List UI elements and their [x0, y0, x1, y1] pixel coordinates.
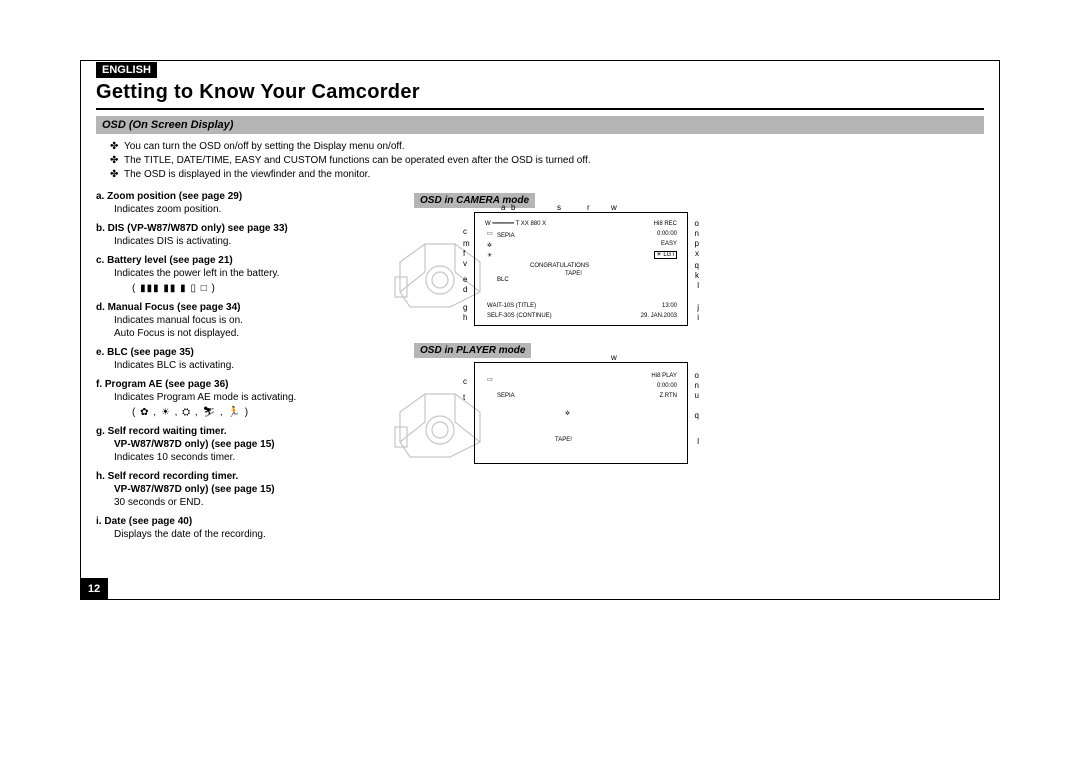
intro-bullet: You can turn the OSD on/off by setting t…: [124, 140, 405, 154]
camera-osd-screen: a b s r w c m f v e d g h: [474, 212, 688, 326]
player-osd-diagram: w c t o n u q l ▭ Hi8 PLAY 0:00:00 Z.RTN…: [414, 362, 984, 464]
battery-icons-row: ( ▮▮▮ ▮▮ ▮ ▯ □ ): [132, 282, 396, 295]
title-rule: [96, 108, 984, 110]
intro-bullet: The TITLE, DATE/TIME, EASY and CUSTOM fu…: [124, 154, 591, 168]
camera-mode-heading: OSD in CAMERA mode: [414, 193, 535, 208]
intro-bullet: The OSD is displayed in the viewfinder a…: [124, 168, 370, 182]
intro-bullets: ✤You can turn the OSD on/off by setting …: [110, 140, 984, 182]
language-tag: ENGLISH: [96, 62, 157, 78]
definitions-list: a. Zoom position (see page 29)Indicates …: [96, 190, 396, 547]
page-number: 12: [80, 578, 108, 600]
page-title: Getting to Know Your Camcorder: [96, 81, 984, 104]
ae-icons-row: ( ✿ , ☀ , ⛭ , ⛷ , 🏃 ): [132, 406, 396, 419]
section-heading: OSD (On Screen Display): [96, 116, 984, 134]
diagrams-column: OSD in CAMERA mode a b: [396, 190, 984, 547]
page-frame: ENGLISH Getting to Know Your Camcorder O…: [80, 60, 1000, 600]
manual-page: ENGLISH Getting to Know Your Camcorder O…: [0, 0, 1080, 763]
player-osd-screen: w c t o n u q l ▭ Hi8 PLAY 0:00:00 Z.RTN…: [474, 362, 688, 464]
player-mode-heading: OSD in PLAYER mode: [414, 343, 531, 358]
camera-osd-diagram: a b s r w c m f v e d g h: [414, 212, 984, 326]
